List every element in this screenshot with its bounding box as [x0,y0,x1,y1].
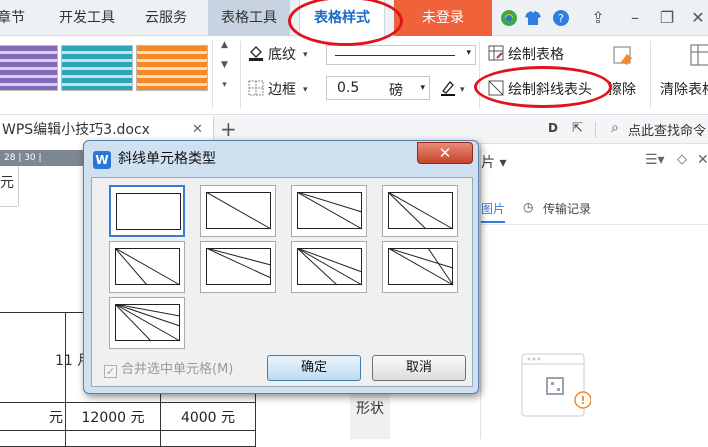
share-icon[interactable]: ⇱ [572,121,583,136]
table-cell[interactable]: 4000 元 [160,402,256,431]
clear-table-button[interactable]: 清除表格 [660,79,708,99]
list-view-icon[interactable]: ☰▾ [645,152,665,168]
ruler: 28 | 30 | [0,150,90,166]
cloud-doc-icon[interactable]: D [548,121,558,135]
border-button[interactable]: 边框 [268,79,296,99]
cancel-button[interactable]: 取消 [372,355,466,381]
diagonal-option-four-lines[interactable] [109,297,185,349]
side-panel: 片 ▾ ☰▾ ◇ ✕ 图片 ◷ 传输记录 ! [480,144,708,439]
merge-cells-checkbox[interactable]: ✓ 合并选中单元格(M) [104,358,233,378]
menu-cloud-service[interactable]: 云服务 [145,0,187,36]
annotation-circle-diagonal-header [474,66,612,108]
tab-table-tools[interactable]: 表格工具 [208,0,290,36]
pen-color-icon[interactable] [440,80,456,96]
merge-cells-label: 合并选中单元格(M) [121,362,234,377]
diagonal-option-none[interactable] [109,185,185,237]
close-panel-icon[interactable]: ✕ [697,152,708,168]
svg-text:!: ! [580,394,585,407]
style-scroll-arrows[interactable]: ▲ ▼ ▾ [212,40,236,108]
table-cell[interactable]: 12000 元 [65,402,161,431]
table-style-thumb-purple[interactable] [0,45,58,91]
restore-icon[interactable]: ❐ [657,8,677,28]
diagonal-option-fan-right[interactable] [200,241,276,293]
new-tab-icon[interactable]: + [220,117,237,141]
table-style-thumb-orange[interactable] [136,45,208,91]
tab-images[interactable]: 图片 [481,200,506,223]
line-style-select[interactable]: ▾ [326,45,476,65]
erase-button[interactable]: 擦除 [608,79,636,99]
dialog-close-button[interactable]: ✕ [417,142,473,164]
line-width-select[interactable]: 0.5 磅 ▾ [326,76,430,100]
shading-button[interactable]: 底纹 [268,44,296,64]
chevron-down-icon[interactable]: ▾ [303,85,308,95]
diagonal-option-single[interactable] [200,185,276,237]
side-panel-title[interactable]: 片 ▾ [481,152,506,172]
command-search-input[interactable]: 点此查找命令 [628,120,706,139]
dialog-title: 斜线单元格类型 [118,151,216,167]
diagonal-cell-type-dialog: W 斜线单元格类型 ✕ ✓ 合并选中单元格(M) 确定 取消 [83,140,479,394]
line-width-value: 0.5 [337,80,360,96]
upload-icon[interactable]: ⇪ [588,8,608,28]
help-icon[interactable]: ? [552,9,570,27]
skin-shirt-icon[interactable] [524,9,542,27]
search-icon: ⌕ [611,120,619,136]
draw-table-button[interactable]: 绘制表格 [508,44,564,64]
eraser-icon[interactable] [611,44,635,68]
login-button[interactable]: 未登录 [394,0,492,36]
chevron-down-icon[interactable]: ▾ [460,85,465,95]
diagonal-option-three-lines[interactable] [291,241,367,293]
ok-button[interactable]: 确定 [267,355,361,381]
table-style-thumb-teal[interactable] [61,45,133,91]
close-window-icon[interactable]: ✕ [688,8,708,28]
line-width-unit: 磅 [389,83,403,99]
svg-text:?: ? [558,12,564,25]
border-grid-icon[interactable] [248,80,264,96]
dialog-body: ✓ 合并选中单元格(M) 确定 取消 [91,177,473,387]
minimize-icon[interactable]: – [625,8,645,28]
pin-icon[interactable]: ◇ [677,152,687,167]
diagonal-option-two-lines-bottom[interactable] [382,185,458,237]
chevron-down-icon[interactable]: ▾ [303,50,308,60]
wps-cloud-icon[interactable] [500,9,518,27]
diagonal-option-two-lines-right[interactable] [291,185,367,237]
shape-label[interactable]: 形状 [356,398,384,418]
document-text-fragment: 元 [0,175,14,191]
clear-table-icon[interactable] [690,44,708,68]
menu-developer-tools[interactable]: 开发工具 [59,0,115,36]
draw-table-icon[interactable] [488,45,504,61]
menu-chapter[interactable]: 章节 [0,0,25,36]
checkbox-box[interactable]: ✓ [104,365,117,378]
document-tab-title: WPS编辑小技巧3.docx [2,122,150,138]
clock-icon: ◷ [523,200,534,214]
table-cell[interactable]: 元 [0,402,66,431]
paint-bucket-icon[interactable] [248,45,264,61]
diagonal-option-fan-bottom[interactable] [109,241,185,293]
wps-logo-icon: W [93,151,111,169]
tab-transfer-history[interactable]: 传输记录 [543,200,591,217]
qr-window-illustration: ! [521,353,591,417]
diagonal-option-three-lines-right[interactable] [382,241,458,293]
